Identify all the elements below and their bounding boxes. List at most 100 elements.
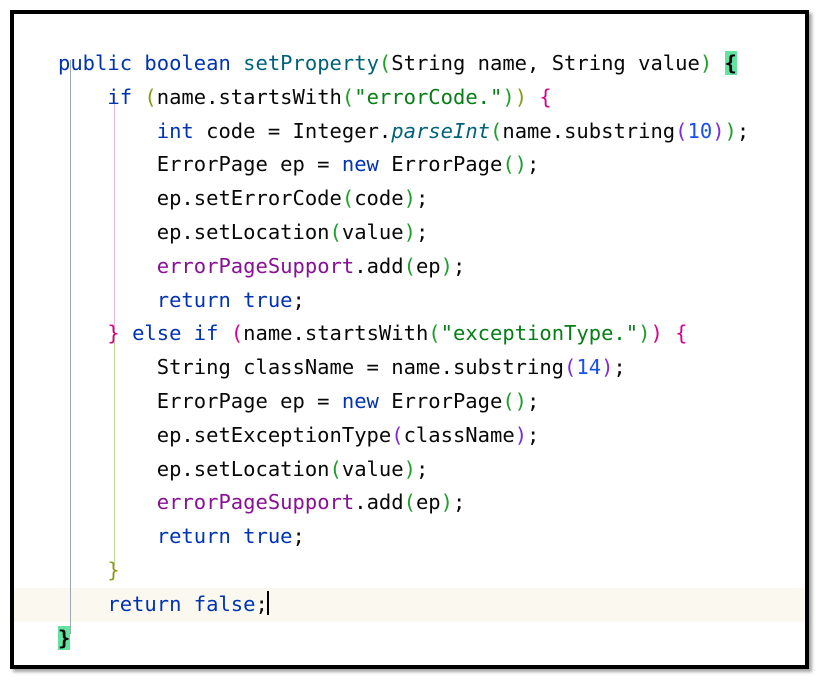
- code-line[interactable]: ErrorPage ep = new ErrorPage();: [14, 148, 805, 182]
- code-token: ): [514, 388, 528, 413]
- code-token: {: [675, 321, 688, 346]
- code-line[interactable]: public boolean setProperty(String name, …: [14, 47, 805, 81]
- code-token: "errorCode.": [354, 84, 503, 109]
- code-line[interactable]: return true;: [14, 284, 805, 318]
- code-line[interactable]: errorPageSupport.add(ep);: [14, 250, 805, 284]
- code-token: parseInt: [391, 118, 491, 143]
- code-token: ep.setLocation: [58, 219, 330, 244]
- code-line[interactable]: errorPageSupport.add(ep);: [14, 486, 805, 520]
- code-line-text: return true;: [58, 524, 305, 548]
- code-token: ): [502, 84, 515, 109]
- code-line-text: ep.setExceptionType(className);: [58, 422, 540, 447]
- code-token: ): [403, 456, 416, 481]
- code-token: ): [514, 152, 528, 177]
- code-line[interactable]: return true;: [14, 520, 805, 554]
- code-line[interactable]: } else if (name.startsWith("exceptionTyp…: [14, 317, 805, 351]
- code-line[interactable]: ep.setErrorCode(code);: [14, 182, 805, 216]
- code-token: (: [341, 186, 355, 211]
- code-token: ep.setExceptionType: [58, 422, 392, 447]
- code-line[interactable]: if (name.startsWith("errorCode.")) {: [14, 81, 805, 115]
- code-token: .add: [354, 490, 404, 515]
- code-token: ): [601, 355, 614, 380]
- code-line[interactable]: ErrorPage ep = new ErrorPage();: [14, 385, 805, 419]
- matched-brace-token: }: [58, 625, 71, 650]
- code-token: false: [193, 591, 256, 616]
- code-token: ): [440, 490, 453, 515]
- code-token: (: [329, 219, 342, 244]
- code-line[interactable]: int code = Integer.parseInt(name.substri…: [14, 115, 805, 149]
- code-token: new: [341, 388, 379, 413]
- code-token: (: [502, 152, 515, 177]
- code-token: code = Integer.: [193, 118, 392, 143]
- code-token: ep.setLocation: [58, 456, 330, 481]
- code-line[interactable]: }: [14, 622, 805, 656]
- code-token: ): [514, 84, 528, 109]
- code-token: (: [502, 388, 515, 413]
- code-line-text: if (name.startsWith("errorCode.")) {: [58, 84, 551, 109]
- code-token: ): [638, 321, 651, 346]
- code-token: ;: [527, 388, 540, 413]
- code-token: ;: [292, 524, 305, 549]
- code-token: (: [378, 51, 392, 75]
- code-token: (: [329, 456, 342, 481]
- code-line[interactable]: String className = name.substring(14);: [14, 351, 805, 385]
- code-line-text: ep.setLocation(value);: [58, 219, 429, 244]
- code-token: ErrorPage: [378, 152, 503, 177]
- code-line[interactable]: ep.setExceptionType(className);: [14, 419, 805, 453]
- code-token: ;: [415, 186, 429, 211]
- code-editor-surface[interactable]: public boolean setProperty(String name, …: [14, 14, 805, 665]
- code-token: int: [156, 118, 194, 143]
- code-token: ): [724, 118, 737, 143]
- code-line[interactable]: ep.setLocation(value);: [14, 453, 805, 487]
- code-token: ;: [415, 219, 429, 244]
- code-token: else: [132, 321, 182, 346]
- code-token: name.startsWith: [156, 84, 342, 109]
- code-token: ;: [613, 355, 626, 380]
- code-token: (: [403, 253, 416, 278]
- code-token: errorPageSupport: [156, 253, 355, 278]
- code-token: code: [354, 186, 404, 211]
- code-token: if: [107, 84, 133, 109]
- code-line[interactable]: }: [14, 554, 805, 588]
- code-token: if: [193, 321, 219, 346]
- code-line-text: }: [58, 557, 120, 582]
- code-token: (: [341, 84, 355, 109]
- code-token: 14: [576, 355, 602, 380]
- code-token: ;: [736, 118, 750, 143]
- code-token: name.startsWith: [243, 321, 429, 346]
- code-token: "exceptionType.": [440, 321, 639, 346]
- code-token: ): [403, 219, 416, 244]
- code-line[interactable]: ep.setLocation(value);: [14, 216, 805, 250]
- code-line-current[interactable]: return false;: [14, 587, 805, 622]
- code-content[interactable]: public boolean setProperty(String name, …: [14, 14, 805, 655]
- code-token: }: [107, 557, 120, 582]
- code-token: ;: [292, 287, 305, 312]
- code-token: ep: [415, 490, 441, 515]
- code-token: value: [341, 219, 404, 244]
- code-token: .add: [354, 253, 404, 278]
- code-token: (: [391, 422, 404, 447]
- code-token: ): [650, 321, 663, 346]
- code-token: ): [712, 118, 725, 143]
- code-token: value: [341, 456, 404, 481]
- code-token: ): [699, 51, 713, 75]
- code-token: ;: [415, 456, 429, 481]
- code-line-text: errorPageSupport.add(ep);: [58, 253, 466, 278]
- code-line-text: public boolean setProperty(String name, …: [58, 51, 737, 75]
- code-token: (: [428, 321, 441, 346]
- code-token: setProperty: [243, 51, 379, 75]
- code-token: boolean: [144, 51, 231, 75]
- code-token: true: [243, 524, 293, 549]
- code-token: ErrorPage: [378, 388, 503, 413]
- screenshot-root: public boolean setProperty(String name, …: [0, 0, 827, 687]
